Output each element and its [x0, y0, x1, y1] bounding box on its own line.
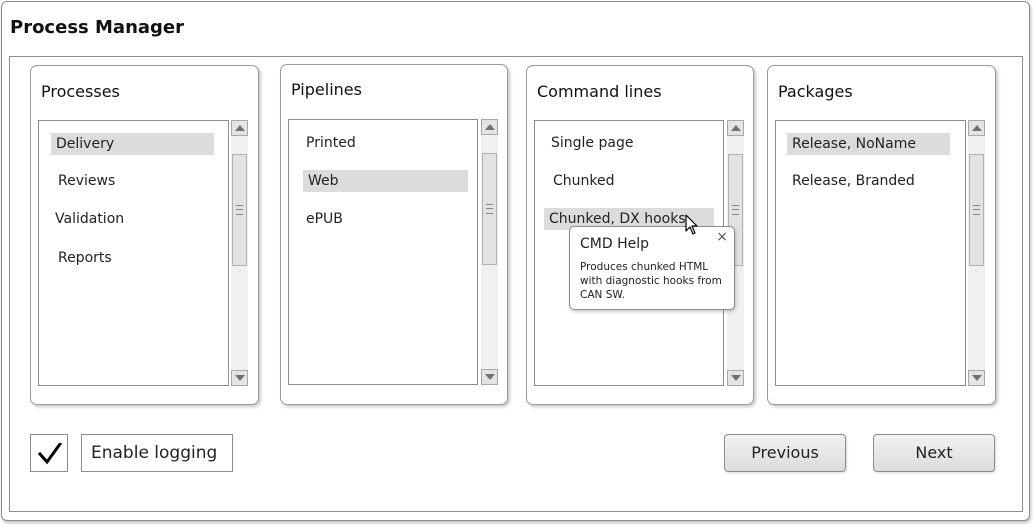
enable-logging-checkbox[interactable]: [30, 434, 68, 472]
cmd-help-tooltip: CMD Help × Produces chunked HTML with di…: [569, 226, 735, 310]
enable-logging-label-box[interactable]: Enable logging: [81, 434, 233, 472]
list-item-printed[interactable]: Printed: [301, 132, 451, 154]
list-item-epub[interactable]: ePUB: [301, 208, 451, 230]
packages-panel-title: Packages: [778, 82, 853, 101]
pipelines-panel-title: Pipelines: [291, 80, 362, 99]
next-button[interactable]: Next: [873, 434, 995, 472]
list-item-delivery[interactable]: Delivery: [51, 133, 214, 155]
list-item-single-page[interactable]: Single page: [546, 132, 696, 154]
arrow-up-icon[interactable]: [231, 120, 248, 136]
scrollbar-thumb[interactable]: [232, 154, 247, 266]
list-item-reviews[interactable]: Reviews: [53, 170, 203, 192]
list-item-validation[interactable]: Validation: [50, 208, 200, 230]
arrow-down-icon[interactable]: [727, 370, 744, 386]
packages-listbox[interactable]: Release, NoName Release, Branded: [775, 120, 966, 386]
arrow-up-icon[interactable]: [727, 120, 744, 136]
list-item-reports[interactable]: Reports: [53, 247, 203, 269]
command-lines-panel-title: Command lines: [537, 82, 662, 101]
arrow-up-icon[interactable]: [481, 119, 498, 135]
pipelines-listbox[interactable]: Printed Web ePUB: [288, 119, 478, 385]
grip-icon: [486, 204, 493, 214]
scrollbar-thumb[interactable]: [969, 154, 984, 266]
packages-scrollbar[interactable]: [968, 120, 985, 386]
pipelines-scrollbar[interactable]: [481, 119, 498, 385]
processes-scrollbar[interactable]: [231, 120, 248, 386]
list-item-chunked[interactable]: Chunked: [548, 170, 698, 192]
grip-icon: [236, 205, 243, 215]
enable-logging-label: Enable logging: [91, 443, 218, 463]
previous-button[interactable]: Previous: [724, 434, 846, 472]
tooltip-title: CMD Help: [580, 236, 650, 252]
mouse-pointer-icon: [685, 214, 698, 235]
arrow-up-icon[interactable]: [968, 120, 985, 136]
window-title: Process Manager: [10, 17, 184, 38]
arrow-down-icon[interactable]: [481, 369, 498, 385]
grip-icon: [732, 205, 739, 215]
list-item-web[interactable]: Web: [303, 170, 468, 192]
arrow-down-icon[interactable]: [231, 370, 248, 386]
list-item-release-noname[interactable]: Release, NoName: [787, 133, 950, 155]
list-item-release-branded[interactable]: Release, Branded: [787, 170, 950, 192]
processes-panel-title: Processes: [41, 82, 120, 101]
grip-icon: [973, 205, 980, 215]
arrow-down-icon[interactable]: [968, 370, 985, 386]
check-icon: [38, 443, 62, 465]
processes-listbox[interactable]: Delivery Reviews Validation Reports: [38, 120, 229, 386]
close-icon[interactable]: ×: [716, 229, 728, 245]
scrollbar-thumb[interactable]: [482, 153, 497, 265]
tooltip-body: Produces chunked HTML with diagnostic ho…: [580, 261, 722, 301]
